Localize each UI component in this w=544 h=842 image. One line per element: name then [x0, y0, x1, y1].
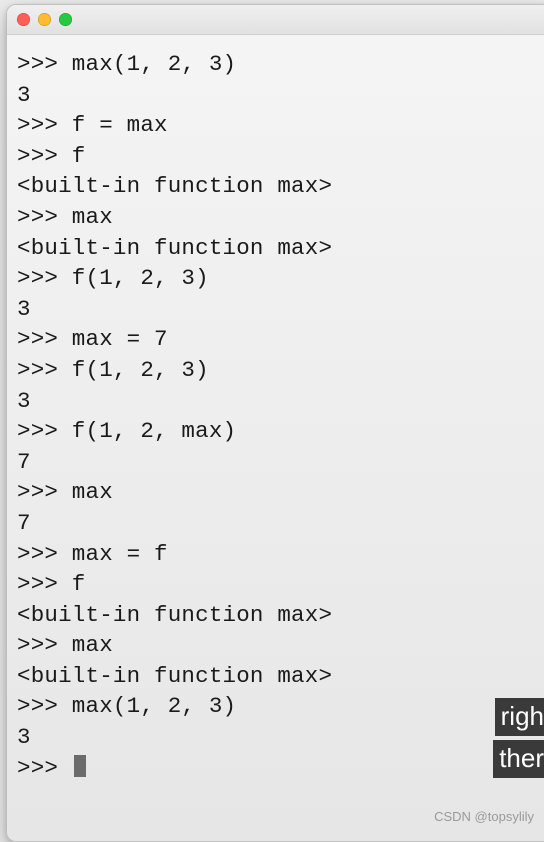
repl-line: 3	[17, 386, 544, 417]
repl-line: <built-in function max>	[17, 171, 544, 202]
repl-line: >>> f(1, 2, 3)	[17, 355, 544, 386]
video-caption: righ ther	[493, 698, 544, 778]
repl-line: 3	[17, 80, 544, 111]
terminal-output[interactable]: >>> max(1, 2, 3) 3 >>> f = max >>> f <bu…	[7, 35, 544, 797]
repl-line: 7	[17, 447, 544, 478]
repl-line: >>> max	[17, 202, 544, 233]
repl-line: <built-in function max>	[17, 661, 544, 692]
repl-line: >>> f	[17, 141, 544, 172]
maximize-icon[interactable]	[59, 13, 72, 26]
repl-line: >>> max(1, 2, 3)	[17, 49, 544, 80]
watermark: CSDN @topsylily	[434, 809, 534, 824]
repl-line: >>> max = f	[17, 539, 544, 570]
window-titlebar	[7, 5, 544, 35]
repl-line: >>> max(1, 2, 3)	[17, 691, 544, 722]
repl-line: >>> max	[17, 477, 544, 508]
terminal-window: >>> max(1, 2, 3) 3 >>> f = max >>> f <bu…	[6, 4, 544, 842]
repl-line: >>> f	[17, 569, 544, 600]
caption-line: ther	[493, 740, 544, 778]
repl-line: 7	[17, 508, 544, 539]
minimize-icon[interactable]	[38, 13, 51, 26]
repl-line: 3	[17, 722, 544, 753]
repl-line: <built-in function max>	[17, 600, 544, 631]
close-icon[interactable]	[17, 13, 30, 26]
repl-line: <built-in function max>	[17, 233, 544, 264]
repl-prompt-line[interactable]: >>>	[17, 753, 544, 784]
repl-line: >>> max	[17, 630, 544, 661]
caption-line: righ	[495, 698, 544, 736]
cursor-icon	[74, 755, 86, 777]
repl-line: >>> f(1, 2, max)	[17, 416, 544, 447]
repl-line: 3	[17, 294, 544, 325]
repl-line: >>> f = max	[17, 110, 544, 141]
repl-line: >>> f(1, 2, 3)	[17, 263, 544, 294]
repl-line: >>> max = 7	[17, 324, 544, 355]
repl-prompt: >>>	[17, 755, 72, 781]
